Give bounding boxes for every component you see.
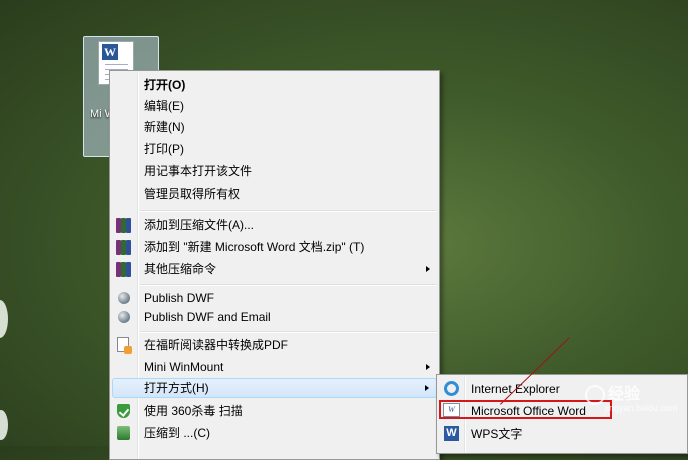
submenu-arrow-icon xyxy=(425,385,429,391)
watermark-subtext: jingyan.baidu.com xyxy=(605,402,678,413)
menu-item-print[interactable]: 打印(P) xyxy=(112,139,437,159)
menu-separator xyxy=(140,331,437,333)
menu-item-add-to-zip[interactable]: 添加到 "新建 Microsoft Word 文档.zip" (T) xyxy=(112,237,437,257)
background-leaf xyxy=(0,410,8,440)
menu-item-edit[interactable]: 编辑(E) xyxy=(112,96,437,116)
menu-item-label: Mini WinMount xyxy=(144,360,224,374)
ie-icon xyxy=(444,381,459,396)
globe-icon xyxy=(118,292,130,304)
menu-item-label: 打开(O) xyxy=(144,78,186,92)
watermark: 经验 jingyan.baidu.com xyxy=(585,380,678,413)
submenu-item-label: WPS文字 xyxy=(471,427,523,441)
menu-item-label: 在福昕阅读器中转换成PDF xyxy=(144,338,289,352)
menu-item-label: 使用 360杀毒 扫描 xyxy=(144,404,243,418)
compress-icon xyxy=(117,426,130,440)
winrar-icon xyxy=(116,261,132,277)
menu-item-publish-dwf[interactable]: Publish DWF xyxy=(112,288,437,308)
menu-item-publish-dwf-email[interactable]: Publish DWF and Email xyxy=(112,307,437,327)
menu-item-mini-winmount[interactable]: Mini WinMount xyxy=(112,357,437,377)
menu-item-label: 管理员取得所有权 xyxy=(144,187,241,201)
paw-icon xyxy=(585,384,605,405)
pdf-convert-icon xyxy=(117,337,132,354)
menu-item-other-compress[interactable]: 其他压缩命令 xyxy=(112,259,437,279)
word-icon: W xyxy=(443,403,460,417)
menu-item-open[interactable]: 打开(O) xyxy=(112,75,437,95)
menu-item-open-with[interactable]: 打开方式(H) xyxy=(112,378,437,398)
winrar-icon xyxy=(116,217,132,233)
menu-item-take-ownership[interactable]: 管理员取得所有权 xyxy=(112,184,437,204)
wps-icon: W xyxy=(444,426,459,441)
shield-icon xyxy=(117,404,130,418)
submenu-arrow-icon xyxy=(426,364,430,370)
submenu-item-label: Microsoft Office Word xyxy=(471,404,586,418)
menu-item-label: Publish DWF and Email xyxy=(144,310,271,324)
menu-item-label: 打印(P) xyxy=(144,142,184,156)
menu-separator xyxy=(140,210,437,212)
menu-item-add-to-archive[interactable]: 添加到压缩文件(A)... xyxy=(112,215,437,235)
winrar-icon xyxy=(116,239,132,255)
menu-separator xyxy=(140,284,437,286)
menu-item-label: 打开方式(H) xyxy=(144,381,209,395)
watermark-text: 经验 xyxy=(608,386,641,403)
menu-item-compress-to[interactable]: 压缩到 ...(C) xyxy=(112,423,437,443)
menu-item-label: 添加到 "新建 Microsoft Word 文档.zip" (T) xyxy=(144,240,365,254)
globe-icon xyxy=(118,311,130,323)
submenu-item-wps[interactable]: W WPS文字 xyxy=(439,423,685,445)
menu-item-label: 编辑(E) xyxy=(144,99,184,113)
context-menu: 打开(O) 编辑(E) 新建(N) 打印(P) 用记事本打开该文件 管理员取得所… xyxy=(109,70,440,460)
menu-item-new[interactable]: 新建(N) xyxy=(112,117,437,137)
menu-item-label: 新建(N) xyxy=(144,120,185,134)
menu-item-label: 添加到压缩文件(A)... xyxy=(144,218,254,232)
menu-item-label: 用记事本打开该文件 xyxy=(144,164,253,178)
menu-item-label: 压缩到 ...(C) xyxy=(144,426,210,440)
menu-item-open-with-notepad[interactable]: 用记事本打开该文件 xyxy=(112,161,437,181)
background-leaf xyxy=(0,300,8,338)
menu-item-label: Publish DWF xyxy=(144,291,215,305)
menu-item-label: 其他压缩命令 xyxy=(144,262,217,276)
menu-item-360-scan[interactable]: 使用 360杀毒 扫描 xyxy=(112,401,437,421)
menu-item-convert-pdf[interactable]: 在福昕阅读器中转换成PDF xyxy=(112,335,437,355)
submenu-arrow-icon xyxy=(426,266,430,272)
